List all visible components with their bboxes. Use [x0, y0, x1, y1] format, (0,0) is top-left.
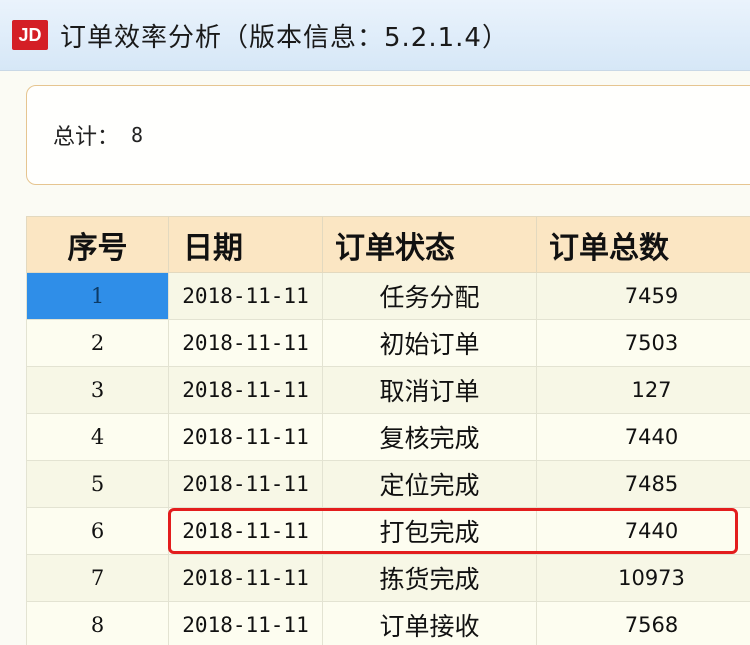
- date-cell[interactable]: 2018-11-11: [168, 507, 323, 555]
- window-title: 订单效率分析（版本信息：5.2.1.4）: [60, 22, 509, 53]
- main-panel: 总计： 8 序号 日期 订单状态 订单总数 1 2018-11-11 任务分配 745…: [0, 70, 750, 645]
- column-header-total[interactable]: 订单总数: [536, 216, 750, 273]
- total-cell[interactable]: 7459: [536, 272, 750, 320]
- row-number-cell[interactable]: 2: [26, 319, 169, 367]
- column-header-date[interactable]: 日期: [168, 216, 323, 273]
- total-cell[interactable]: 7485: [536, 460, 750, 508]
- column-header-status[interactable]: 订单状态: [322, 216, 537, 273]
- total-cell[interactable]: 7568: [536, 601, 750, 645]
- total-cell[interactable]: 127: [536, 366, 750, 414]
- title-bar: JD 订单效率分析（版本信息：5.2.1.4）: [0, 0, 750, 70]
- table-row[interactable]: 2 2018-11-11 初始订单 7503: [26, 319, 750, 367]
- status-cell[interactable]: 订单接收: [322, 601, 537, 645]
- status-cell[interactable]: 任务分配: [322, 272, 537, 320]
- date-cell[interactable]: 2018-11-11: [168, 319, 323, 367]
- date-cell[interactable]: 2018-11-11: [168, 460, 323, 508]
- row-number-cell[interactable]: 3: [26, 366, 169, 414]
- total-cell[interactable]: 7440: [536, 507, 750, 555]
- table-row[interactable]: 7 2018-11-11 拣货完成 10973: [26, 554, 750, 602]
- row-number-cell[interactable]: 8: [26, 601, 169, 645]
- date-cell[interactable]: 2018-11-11: [168, 601, 323, 645]
- table-row[interactable]: 6 2018-11-11 打包完成 7440: [26, 507, 750, 555]
- order-table: 序号 日期 订单状态 订单总数 1 2018-11-11 任务分配 7459 2 2018…: [26, 216, 750, 645]
- date-cell[interactable]: 2018-11-11: [168, 272, 323, 320]
- row-number-cell[interactable]: 6: [26, 507, 169, 555]
- total-cell[interactable]: 7440: [536, 413, 750, 461]
- table-row[interactable]: 3 2018-11-11 取消订单 127: [26, 366, 750, 414]
- jd-logo: JD: [12, 20, 48, 50]
- row-number-cell[interactable]: 4: [26, 413, 169, 461]
- row-number-cell[interactable]: 7: [26, 554, 169, 602]
- date-cell[interactable]: 2018-11-11: [168, 413, 323, 461]
- status-cell[interactable]: 取消订单: [322, 366, 537, 414]
- total-label: 总计：: [53, 125, 120, 150]
- table-row[interactable]: 8 2018-11-11 订单接收 7568: [26, 601, 750, 645]
- status-cell[interactable]: 打包完成: [322, 507, 537, 555]
- table-row[interactable]: 4 2018-11-11 复核完成 7440: [26, 413, 750, 461]
- table-row[interactable]: 1 2018-11-11 任务分配 7459: [26, 272, 750, 320]
- status-cell[interactable]: 拣货完成: [322, 554, 537, 602]
- row-number-cell[interactable]: 5: [26, 460, 169, 508]
- table-row[interactable]: 5 2018-11-11 定位完成 7485: [26, 460, 750, 508]
- status-cell[interactable]: 复核完成: [322, 413, 537, 461]
- column-header-no[interactable]: 序号: [26, 216, 169, 273]
- table-header-row: 序号 日期 订单状态 订单总数: [26, 216, 750, 273]
- date-cell[interactable]: 2018-11-11: [168, 366, 323, 414]
- summary-panel: 总计： 8: [26, 85, 750, 185]
- total-cell[interactable]: 10973: [536, 554, 750, 602]
- status-cell[interactable]: 初始订单: [322, 319, 537, 367]
- row-number-cell[interactable]: 1: [26, 272, 169, 320]
- total-value: 8: [131, 123, 144, 147]
- date-cell[interactable]: 2018-11-11: [168, 554, 323, 602]
- total-cell[interactable]: 7503: [536, 319, 750, 367]
- status-cell[interactable]: 定位完成: [322, 460, 537, 508]
